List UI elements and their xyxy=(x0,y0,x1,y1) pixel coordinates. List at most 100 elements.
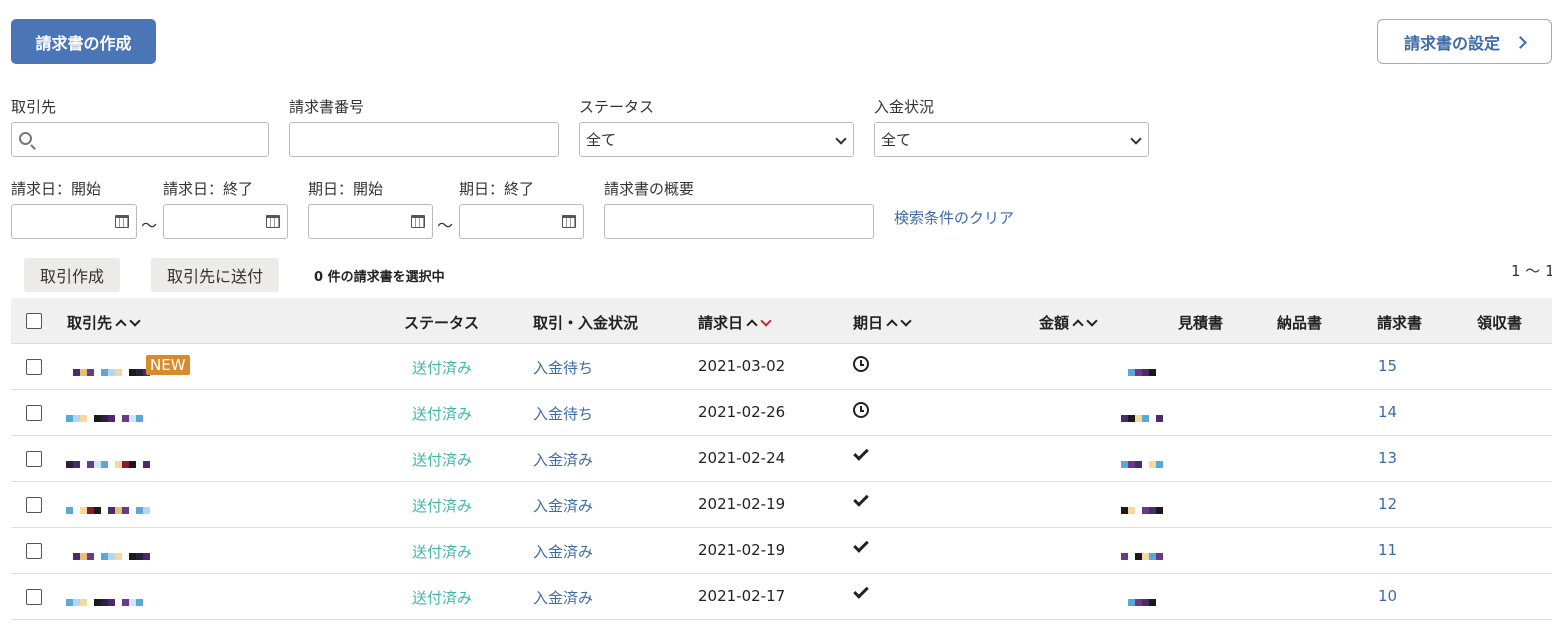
col-client-label: 取引先 xyxy=(67,314,113,332)
select-all-checkbox[interactable] xyxy=(26,313,42,329)
status-cell: 送付済み xyxy=(412,405,473,423)
payment-select-value: 全て xyxy=(881,131,912,149)
row-checkbox[interactable] xyxy=(26,359,42,375)
client-name-redacted[interactable] xyxy=(66,592,150,606)
col-due-date[interactable]: 期日 xyxy=(853,312,912,333)
col-invoice-label: 請求書 xyxy=(1377,314,1423,332)
calendar-icon[interactable] xyxy=(266,215,280,228)
calendar-icon[interactable] xyxy=(562,215,576,228)
check-icon xyxy=(853,537,869,553)
row-checkbox[interactable] xyxy=(26,543,42,559)
payment-status-link[interactable]: 入金済み xyxy=(533,495,593,516)
table-row[interactable]: NEW 送付済み 入金待ち 2021-03-02 15 xyxy=(11,344,1552,390)
sort-asc-icon[interactable] xyxy=(746,319,758,331)
col-invoice-date[interactable]: 請求日 xyxy=(698,312,772,333)
row-checkbox[interactable] xyxy=(26,497,42,513)
invoice-date-end-input[interactable] xyxy=(163,204,288,239)
create-invoice-button[interactable]: 請求書の作成 xyxy=(11,19,156,64)
col-deal-payment-label: 取引・入金状況 xyxy=(533,314,639,332)
range-separator: 〜 xyxy=(141,216,158,235)
client-name-redacted[interactable] xyxy=(66,362,150,376)
invoice-number-link[interactable]: 14 xyxy=(1378,403,1397,421)
amount-redacted xyxy=(1121,362,1163,376)
row-checkbox[interactable] xyxy=(26,405,42,421)
invoice-number-label: 請求書番号 xyxy=(289,98,365,116)
table-row[interactable]: 送付済み 入金済み 2021-02-24 13 xyxy=(11,436,1552,482)
client-name-redacted[interactable] xyxy=(66,500,150,514)
col-amount[interactable]: 金額 xyxy=(1039,312,1098,333)
clock-icon xyxy=(853,356,869,372)
status-filter-label: ステータス xyxy=(579,98,655,116)
payment-status-link[interactable]: 入金済み xyxy=(533,449,593,470)
sort-desc-icon[interactable] xyxy=(900,315,912,327)
due-date-start-input[interactable] xyxy=(308,204,433,239)
due-date-end-label: 期日：終了 xyxy=(459,180,535,198)
chevron-right-icon xyxy=(1514,35,1527,49)
invoice-number-input[interactable] xyxy=(289,122,559,157)
payment-status-link[interactable]: 入金済み xyxy=(533,587,593,608)
client-name-redacted[interactable] xyxy=(66,546,150,560)
status-cell: 送付済み xyxy=(412,589,473,607)
col-estimate: 見積書 xyxy=(1178,312,1223,333)
payment-status-link[interactable]: 入金待ち xyxy=(533,357,593,378)
table-row[interactable]: 送付済み 入金済み 2021-02-19 11 xyxy=(11,528,1552,574)
invoice-number-link[interactable]: 15 xyxy=(1378,357,1397,375)
row-checkbox[interactable] xyxy=(26,589,42,605)
amount-redacted xyxy=(1121,500,1163,514)
calendar-icon[interactable] xyxy=(115,215,129,228)
sort-asc-icon[interactable] xyxy=(1072,319,1084,331)
sort-desc-icon[interactable] xyxy=(1086,315,1098,327)
invoice-number-link[interactable]: 13 xyxy=(1378,449,1397,467)
status-cell: 送付済み xyxy=(412,359,473,377)
summary-input[interactable] xyxy=(604,204,874,239)
due-date-end-input[interactable] xyxy=(459,204,584,239)
invoice-settings-button[interactable]: 請求書の設定 xyxy=(1377,19,1552,64)
status-cell: 送付済み xyxy=(412,497,473,515)
due-date-start-label: 期日：開始 xyxy=(308,180,384,198)
col-receipt-label: 領収書 xyxy=(1477,314,1523,332)
table-row[interactable]: 送付済み 入金待ち 2021-02-26 14 xyxy=(11,390,1552,436)
col-status: ステータス xyxy=(404,312,479,333)
amount-redacted xyxy=(1121,546,1163,560)
invoice-date-cell: 2021-02-19 xyxy=(698,541,786,559)
sort-asc-icon[interactable] xyxy=(886,319,898,331)
col-client[interactable]: 取引先 xyxy=(67,312,141,333)
client-search-input[interactable] xyxy=(11,122,269,157)
clear-filters-link[interactable]: 検索条件のクリア xyxy=(894,207,1014,228)
payment-status-link[interactable]: 入金待ち xyxy=(533,403,593,424)
clock-icon xyxy=(853,402,869,418)
send-to-client-button[interactable]: 取引先に送付 xyxy=(151,258,280,292)
invoice-number-link[interactable]: 11 xyxy=(1378,541,1397,559)
payment-select[interactable]: 全て xyxy=(874,122,1149,157)
payment-filter-label: 入金状況 xyxy=(874,98,935,116)
client-name-redacted[interactable] xyxy=(66,408,150,422)
invoice-number-link[interactable]: 12 xyxy=(1378,495,1397,513)
sort-asc-icon[interactable] xyxy=(115,319,127,331)
row-checkbox[interactable] xyxy=(26,451,42,467)
range-separator: 〜 xyxy=(437,216,454,235)
create-deal-button[interactable]: 取引作成 xyxy=(24,258,121,292)
amount-redacted xyxy=(1121,592,1163,606)
check-icon xyxy=(853,491,869,507)
summary-label: 請求書の概要 xyxy=(604,180,695,198)
pagination-range: 1 〜 1 xyxy=(1511,262,1552,280)
status-cell: 送付済み xyxy=(412,543,473,561)
table-header: 取引先 ステータス 取引・入金状況 請求日 期日 金額 見積書 納品書 請求書 … xyxy=(11,298,1552,344)
chevron-down-icon xyxy=(835,133,847,145)
col-delivery-label: 納品書 xyxy=(1277,314,1323,332)
table-row[interactable]: 送付済み 入金済み 2021-02-19 12 xyxy=(11,482,1552,528)
table-row[interactable]: 送付済み 入金済み 2021-02-17 10 xyxy=(11,574,1552,620)
chevron-down-icon xyxy=(1130,133,1142,145)
payment-status-link[interactable]: 入金済み xyxy=(533,541,593,562)
client-name-redacted[interactable] xyxy=(66,454,150,468)
invoice-date-cell: 2021-02-26 xyxy=(698,403,786,421)
status-select[interactable]: 全て xyxy=(579,122,854,157)
calendar-icon[interactable] xyxy=(411,215,425,228)
invoice-number-link[interactable]: 10 xyxy=(1378,587,1397,605)
invoice-date-cell: 2021-02-17 xyxy=(698,587,786,605)
sort-desc-active-icon[interactable] xyxy=(760,315,772,327)
invoice-date-start-input[interactable] xyxy=(11,204,137,239)
invoice-date-cell: 2021-03-02 xyxy=(698,357,786,375)
sort-desc-icon[interactable] xyxy=(129,315,141,327)
col-invoice: 請求書 xyxy=(1377,312,1422,333)
